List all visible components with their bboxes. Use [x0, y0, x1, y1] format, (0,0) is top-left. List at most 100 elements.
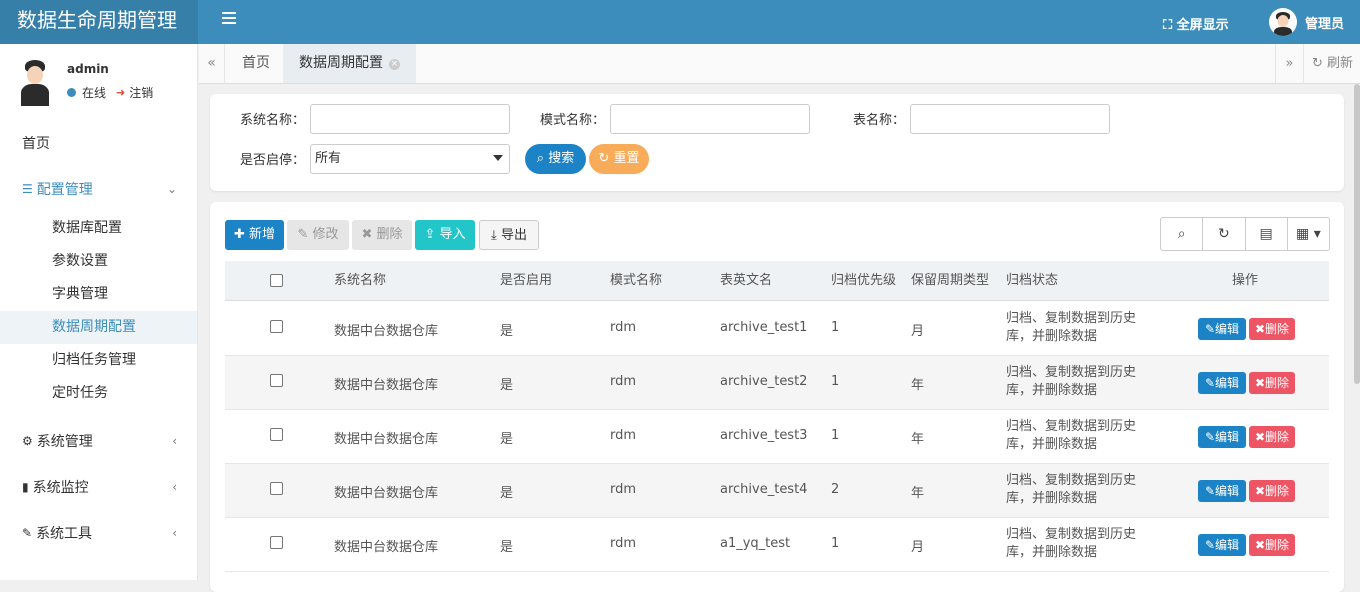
reset-button[interactable]: ↻ 重置 [589, 144, 649, 174]
toggle-view-icon[interactable]: ▤ [1246, 218, 1288, 250]
table-row[interactable]: 数据中台数据仓库 是 rdm archive_test4 2 年 归档、复制数据… [225, 464, 1329, 518]
col-schema-name[interactable]: 模式名称 [610, 261, 662, 301]
username: admin [67, 62, 109, 76]
row-delete-button[interactable]: ✖删除 [1249, 372, 1295, 394]
cell-table: archive_test1 [720, 320, 808, 335]
sidebar-item-db-config[interactable]: 数据库配置 [0, 212, 197, 245]
tab-lifecycle-config[interactable]: 数据周期配置 × [283, 44, 416, 83]
row-delete-button[interactable]: ✖删除 [1249, 426, 1295, 448]
tab-home[interactable]: 首页 [226, 44, 286, 83]
cell-status: 归档、复制数据到历史库，并删除数据 [1006, 473, 1137, 506]
row-edit-button[interactable]: ✎编辑 [1198, 426, 1246, 448]
cell-enabled: 是 [500, 324, 514, 339]
search-button[interactable]: ⌕ 搜索 [525, 144, 586, 174]
import-button[interactable]: ⇪ 导入 [415, 220, 475, 250]
row-edit-button[interactable]: ✎编辑 [1198, 480, 1246, 502]
search-form: 系统名称： 模式名称： 表名称： 是否启停： 所有 ⌕ 搜索 ↻ 重置 [210, 94, 1344, 191]
row-checkbox[interactable] [270, 320, 283, 333]
sidebar-item-home[interactable]: 首页 [0, 120, 197, 166]
sidebar-item-dict[interactable]: 字典管理 [0, 278, 197, 311]
close-icon[interactable]: × [389, 59, 400, 70]
edit-button[interactable]: ✎ 修改 [287, 220, 349, 250]
menu-toggle-icon[interactable] [222, 12, 236, 26]
gear-icon: ⚙ [22, 434, 33, 448]
row-edit-button[interactable]: ✎编辑 [1198, 534, 1246, 556]
cell-period: 月 [911, 540, 925, 555]
user-panel: admin 在线 ➜ 注销 [14, 58, 184, 108]
avatar [14, 58, 56, 106]
app-title: 数据生命周期管理 [0, 0, 198, 44]
row-delete-button[interactable]: ✖删除 [1249, 480, 1295, 502]
cell-period: 年 [911, 432, 925, 447]
row-delete-button[interactable]: ✖删除 [1249, 534, 1295, 556]
page-scrollbar[interactable] [1354, 84, 1360, 384]
close-icon: ✖ [1254, 538, 1266, 552]
table-row[interactable]: 数据中台数据仓库 是 rdm archive_test1 1 月 归档、复制数据… [225, 302, 1329, 356]
close-icon: ✖ [1254, 430, 1266, 444]
refresh-icon[interactable]: ↻ [1203, 218, 1246, 250]
delete-button[interactable]: ✖ 删除 [352, 220, 412, 250]
enabled-select[interactable]: 所有 [310, 144, 510, 174]
tab-scroll-left-icon[interactable]: « [199, 44, 225, 83]
sidebar-item-params[interactable]: 参数设置 [0, 245, 197, 278]
close-icon: ✖ [1254, 484, 1266, 498]
cell-table: archive_test2 [720, 374, 808, 389]
logout-link[interactable]: 注销 [129, 84, 153, 101]
select-all-checkbox[interactable] [270, 274, 283, 287]
cell-period: 年 [911, 378, 925, 393]
row-edit-button[interactable]: ✎编辑 [1198, 372, 1246, 394]
table-name-input[interactable] [910, 104, 1110, 134]
col-archive-status[interactable]: 归档状态 [1006, 261, 1058, 301]
cell-schema: rdm [610, 374, 637, 389]
col-retention-type[interactable]: 保留周期类型 [911, 261, 989, 301]
cell-table: archive_test4 [720, 482, 808, 497]
system-name-input[interactable] [310, 104, 510, 134]
cell-table: a1_yq_test [720, 536, 791, 551]
sidebar-item-config[interactable]: ☰ 配置管理 ⌄ [0, 166, 197, 212]
cell-priority: 1 [831, 320, 840, 335]
cell-priority: 1 [831, 374, 840, 389]
sidebar-item-archive-tasks[interactable]: 归档任务管理 [0, 344, 197, 377]
schema-name-input[interactable] [610, 104, 810, 134]
tab-scroll-right-icon[interactable]: » [1275, 44, 1303, 83]
row-checkbox[interactable] [270, 374, 283, 387]
cell-schema: rdm [610, 482, 637, 497]
refresh-tab-button[interactable]: ↻ 刷新 [1303, 44, 1360, 83]
sidebar-item-system-tools[interactable]: ✎ 系统工具 ‹ [0, 510, 197, 556]
row-checkbox[interactable] [270, 482, 283, 495]
sidebar-menu: 首页 ☰ 配置管理 ⌄ 数据库配置 参数设置 字典管理 数据周期配置 归档任务管理 … [0, 120, 197, 556]
cell-system: 数据中台数据仓库 [334, 540, 439, 555]
cell-schema: rdm [610, 536, 637, 551]
fullscreen-button[interactable]: ⛶ 全屏显示 [1163, 14, 1229, 33]
col-priority[interactable]: 归档优先级 [831, 261, 896, 301]
cell-enabled: 是 [500, 432, 514, 447]
col-system-name[interactable]: 系统名称 [334, 261, 386, 301]
user-menu[interactable]: 管理员 [1269, 8, 1344, 36]
avatar [1269, 8, 1297, 36]
edit-icon: ✎ [297, 227, 313, 242]
col-enabled[interactable]: 是否启用 [500, 261, 552, 301]
edit-icon: ✎ [1204, 538, 1216, 552]
table-tools: ⌕ ↻ ▤ ▦ ▾ [1160, 217, 1330, 251]
table-row[interactable]: 数据中台数据仓库 是 rdm archive_test2 1 年 归档、复制数据… [225, 356, 1329, 410]
cell-system: 数据中台数据仓库 [334, 378, 439, 393]
table-row[interactable]: 数据中台数据仓库 是 rdm archive_test3 1 年 归档、复制数据… [225, 410, 1329, 464]
add-button[interactable]: ✚ 新增 [225, 220, 284, 250]
columns-icon[interactable]: ▦ ▾ [1288, 218, 1329, 250]
col-table-name[interactable]: 表英文名 [720, 261, 772, 301]
sidebar-item-system-admin[interactable]: ⚙ 系统管理 ‹ [0, 418, 197, 464]
chevron-down-icon [493, 155, 503, 161]
cell-priority: 1 [831, 428, 840, 443]
user-status: 在线 ➜ 注销 [67, 84, 153, 101]
row-delete-button[interactable]: ✖删除 [1249, 318, 1295, 340]
row-checkbox[interactable] [270, 428, 283, 441]
table-row[interactable]: 数据中台数据仓库 是 rdm a1_yq_test 1 月 归档、复制数据到历史… [225, 518, 1329, 572]
export-button[interactable]: ⤓ 导出 [479, 220, 539, 250]
sidebar-item-lifecycle-config[interactable]: 数据周期配置 [0, 311, 197, 344]
sidebar-item-system-monitor[interactable]: ▮ 系统监控 ‹ [0, 464, 197, 510]
search-icon[interactable]: ⌕ [1161, 218, 1204, 250]
row-checkbox[interactable] [270, 536, 283, 549]
row-edit-button[interactable]: ✎编辑 [1198, 318, 1246, 340]
sidebar-item-scheduled-tasks[interactable]: 定时任务 [0, 377, 197, 410]
chevron-left-icon: ‹ [172, 434, 177, 448]
